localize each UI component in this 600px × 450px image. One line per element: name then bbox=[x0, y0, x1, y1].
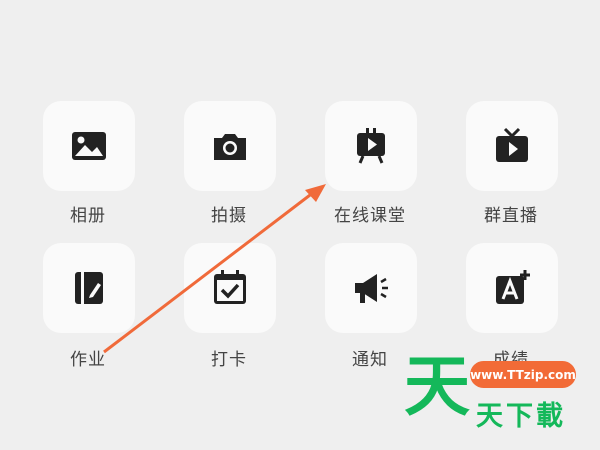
watermark-logo: 天 bbox=[404, 348, 470, 425]
tv-live-icon bbox=[492, 126, 532, 166]
homework-label: 作业 bbox=[70, 350, 106, 370]
camera-icon bbox=[210, 126, 250, 166]
grade-tile[interactable] bbox=[466, 243, 558, 333]
online-class-label: 在线课堂 bbox=[334, 206, 406, 226]
watermark-text: 天下載 bbox=[476, 401, 566, 432]
camera-tile[interactable] bbox=[184, 101, 276, 191]
grade-icon bbox=[492, 268, 532, 308]
megaphone-icon bbox=[351, 268, 391, 308]
watermark-badge: www.TTzip.com bbox=[470, 361, 576, 388]
camera-label: 拍摄 bbox=[211, 206, 247, 226]
checkin-label: 打卡 bbox=[211, 350, 247, 370]
online-class-tile[interactable] bbox=[325, 101, 417, 191]
homework-tile[interactable] bbox=[43, 243, 135, 333]
notice-tile[interactable] bbox=[325, 243, 417, 333]
calendar-check-icon bbox=[210, 268, 250, 308]
online-class-icon bbox=[351, 126, 391, 166]
group-live-label: 群直播 bbox=[484, 206, 538, 226]
album-tile[interactable] bbox=[43, 101, 135, 191]
homework-icon bbox=[69, 268, 109, 308]
checkin-tile[interactable] bbox=[184, 243, 276, 333]
album-label: 相册 bbox=[70, 206, 106, 226]
group-live-tile[interactable] bbox=[466, 101, 558, 191]
image-icon bbox=[69, 126, 109, 166]
